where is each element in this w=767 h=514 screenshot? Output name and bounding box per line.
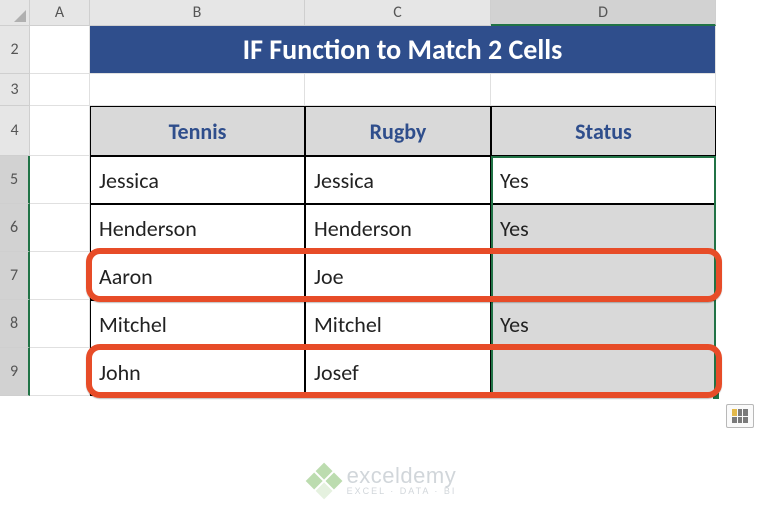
cell-D7[interactable] bbox=[491, 252, 716, 300]
cell-A3[interactable] bbox=[30, 74, 90, 106]
quick-analysis-button[interactable] bbox=[726, 404, 754, 428]
cell-A5[interactable] bbox=[30, 156, 90, 204]
cell-B6[interactable]: Henderson bbox=[90, 204, 305, 252]
cell-C6[interactable]: Henderson bbox=[305, 204, 491, 252]
cell-D8[interactable]: Yes bbox=[491, 300, 716, 348]
spreadsheet-grid: A B C D 2 IF Function to Match 2 Cells 3… bbox=[0, 0, 767, 396]
title-band: IF Function to Match 2 Cells bbox=[90, 26, 716, 74]
table-header-rugby[interactable]: Rugby bbox=[305, 106, 491, 156]
cell-D6[interactable]: Yes bbox=[491, 204, 716, 252]
cell-C9[interactable]: Josef bbox=[305, 348, 491, 396]
watermark-name: exceldemy bbox=[347, 465, 457, 487]
cell-B5[interactable]: Jessica bbox=[90, 156, 305, 204]
fill-handle[interactable] bbox=[712, 392, 720, 400]
select-all-corner[interactable] bbox=[0, 0, 30, 26]
quick-analysis-icon bbox=[732, 409, 748, 423]
cell-A6[interactable] bbox=[30, 204, 90, 252]
row-header-6[interactable]: 6 bbox=[0, 204, 30, 252]
cell-C7[interactable]: Joe bbox=[305, 252, 491, 300]
cell-B7[interactable]: Aaron bbox=[90, 252, 305, 300]
row-header-2[interactable]: 2 bbox=[0, 26, 30, 74]
cell-D9[interactable] bbox=[491, 348, 716, 396]
cell-B9[interactable]: John bbox=[90, 348, 305, 396]
col-header-B[interactable]: B bbox=[90, 0, 305, 26]
watermark: exceldemy EXCEL · DATA · BI bbox=[311, 465, 457, 496]
col-header-D[interactable]: D bbox=[491, 0, 716, 26]
row-header-3[interactable]: 3 bbox=[0, 74, 30, 106]
cell-C5[interactable]: Jessica bbox=[305, 156, 491, 204]
cell-A9[interactable] bbox=[30, 348, 90, 396]
cell-C8[interactable]: Mitchel bbox=[305, 300, 491, 348]
cell-A2[interactable] bbox=[30, 26, 90, 74]
row-header-5[interactable]: 5 bbox=[0, 156, 30, 204]
table-header-tennis[interactable]: Tennis bbox=[90, 106, 305, 156]
watermark-logo-icon bbox=[305, 462, 342, 499]
cell-C3[interactable] bbox=[305, 74, 491, 106]
cell-B3[interactable] bbox=[90, 74, 305, 106]
cell-D3[interactable] bbox=[491, 74, 716, 106]
col-header-C[interactable]: C bbox=[305, 0, 491, 26]
row-header-4[interactable]: 4 bbox=[0, 106, 30, 156]
cell-A8[interactable] bbox=[30, 300, 90, 348]
cell-A7[interactable] bbox=[30, 252, 90, 300]
cell-D5[interactable]: Yes bbox=[491, 156, 716, 204]
row-header-9[interactable]: 9 bbox=[0, 348, 30, 396]
table-header-status[interactable]: Status bbox=[491, 106, 716, 156]
cell-A4[interactable] bbox=[30, 106, 90, 156]
row-header-7[interactable]: 7 bbox=[0, 252, 30, 300]
watermark-tagline: EXCEL · DATA · BI bbox=[347, 487, 457, 496]
row-header-8[interactable]: 8 bbox=[0, 300, 30, 348]
cell-B8[interactable]: Mitchel bbox=[90, 300, 305, 348]
col-header-A[interactable]: A bbox=[30, 0, 90, 26]
